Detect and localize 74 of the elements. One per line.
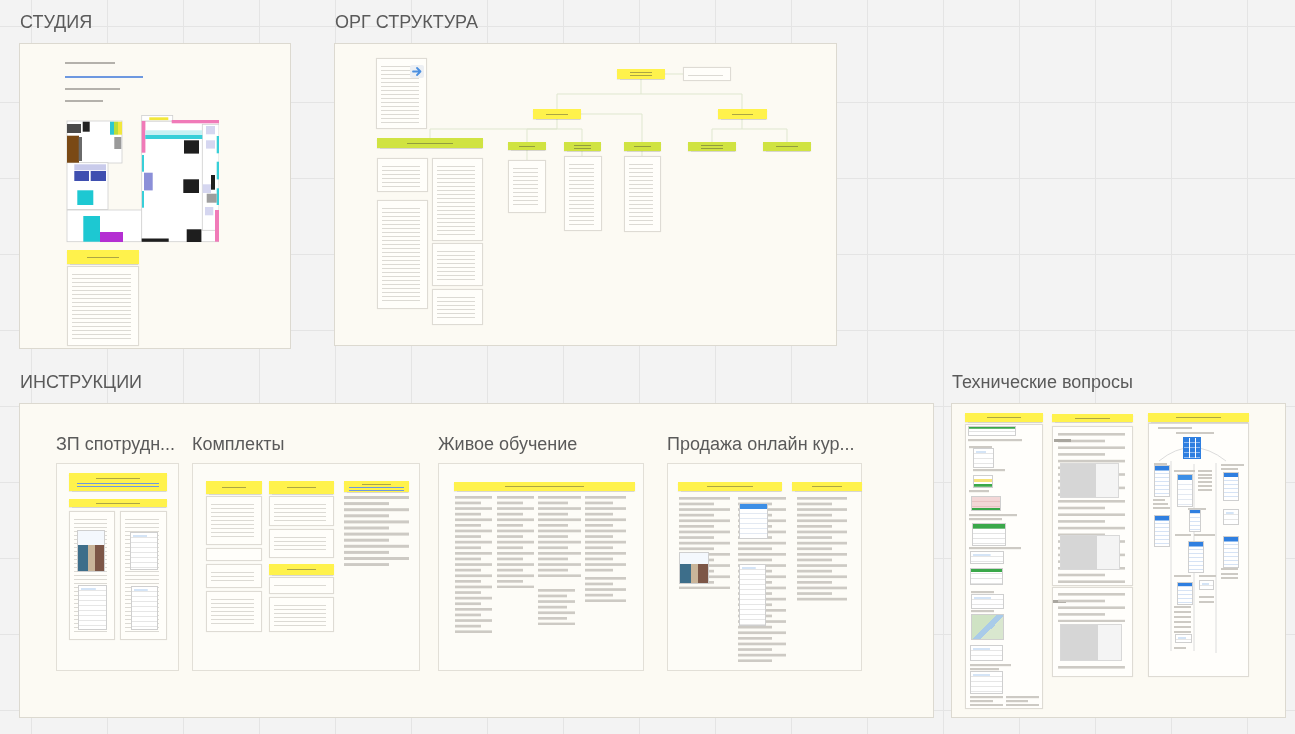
text-card (683, 67, 731, 81)
screenshot-thumbnail (77, 530, 105, 572)
screenshot-thumbnail (970, 551, 1004, 564)
screenshot-thumbnail (1223, 472, 1239, 501)
org-chart-node (533, 109, 581, 119)
frame-title[interactable]: ОРГ СТРУКТУРА (334, 10, 478, 34)
sticky-note (67, 250, 139, 264)
org-chart-node (564, 142, 601, 151)
text-card (377, 158, 428, 192)
screenshot-thumbnail (1223, 536, 1239, 568)
frame-title[interactable]: Живое обучение (438, 432, 578, 456)
screenshot-thumbnail (971, 496, 1001, 511)
screenshot-thumbnail (1175, 634, 1192, 643)
org-chart-node (617, 69, 665, 79)
screenshot-thumbnail (1154, 465, 1170, 497)
frame-title[interactable]: ЗП спотрудн... (56, 432, 176, 456)
org-chart-node (508, 142, 546, 150)
text-card (269, 529, 334, 558)
text-card (269, 496, 334, 526)
screenshot-thumbnail (970, 645, 1003, 661)
screenshot-thumbnail (971, 614, 1004, 640)
screenshot-thumbnail (1060, 624, 1122, 661)
screenshot-thumbnail (1189, 509, 1201, 532)
screenshot-thumbnail (971, 594, 1004, 609)
screenshot-thumbnail (970, 568, 1003, 585)
screenshot-thumbnail (1199, 580, 1214, 590)
sticky-note (344, 481, 409, 492)
screenshot-thumbnail (78, 585, 107, 630)
screenshot-thumbnail (1060, 463, 1119, 498)
text-card (508, 160, 546, 213)
screenshot-thumbnail (679, 552, 709, 584)
screenshot-thumbnail (1223, 509, 1239, 525)
text-lines-drawing (585, 577, 626, 603)
screenshot-thumbnail (970, 671, 1003, 694)
frame-title[interactable]: СТУДИЯ (19, 10, 93, 34)
text-card (376, 58, 427, 129)
screenshot-thumbnail (130, 532, 158, 570)
sticky-note (792, 482, 862, 491)
text-card (432, 289, 483, 325)
screenshot-thumbnail (1060, 535, 1120, 570)
text-lines-drawing (538, 589, 575, 626)
frame-title[interactable]: Продажа онлайн кур... (667, 432, 855, 456)
text-lines-drawing (1058, 666, 1125, 669)
screenshot-thumbnail (1188, 541, 1204, 573)
screenshot-thumbnail (1183, 437, 1201, 459)
text-card (432, 243, 483, 286)
sticky-note (269, 564, 334, 575)
frame-title[interactable]: Комплекты (192, 432, 285, 456)
screenshot-thumbnail (739, 503, 768, 539)
org-chart-node (688, 142, 736, 151)
text-card (206, 496, 262, 545)
org-chart-node (718, 109, 767, 119)
screenshot-thumbnail (1177, 474, 1193, 507)
sticky-note (269, 481, 334, 494)
screenshot-thumbnail (973, 475, 993, 488)
screenshot-thumbnail (972, 523, 1006, 546)
org-chart-node (624, 142, 661, 151)
text-card (206, 591, 262, 632)
sticky-note (206, 481, 262, 494)
screenshot-thumbnail (968, 426, 1016, 436)
text-card (206, 564, 262, 588)
org-chart-node (763, 142, 811, 151)
screenshot-thumbnail (131, 586, 158, 630)
text-card (269, 597, 334, 632)
text-lines-drawing (344, 496, 409, 567)
screenshot-thumbnail (1154, 515, 1170, 547)
screenshot-thumbnail (739, 564, 766, 626)
arrow-icon (410, 65, 424, 78)
screenshot-thumbnail (973, 448, 994, 468)
frame-title[interactable]: Технические вопросы (951, 370, 1133, 394)
text-card (206, 548, 262, 561)
text-card (269, 577, 334, 594)
screenshot-thumbnail (1177, 582, 1193, 605)
frame-title[interactable]: ИНСТРУКЦИИ (19, 370, 143, 394)
